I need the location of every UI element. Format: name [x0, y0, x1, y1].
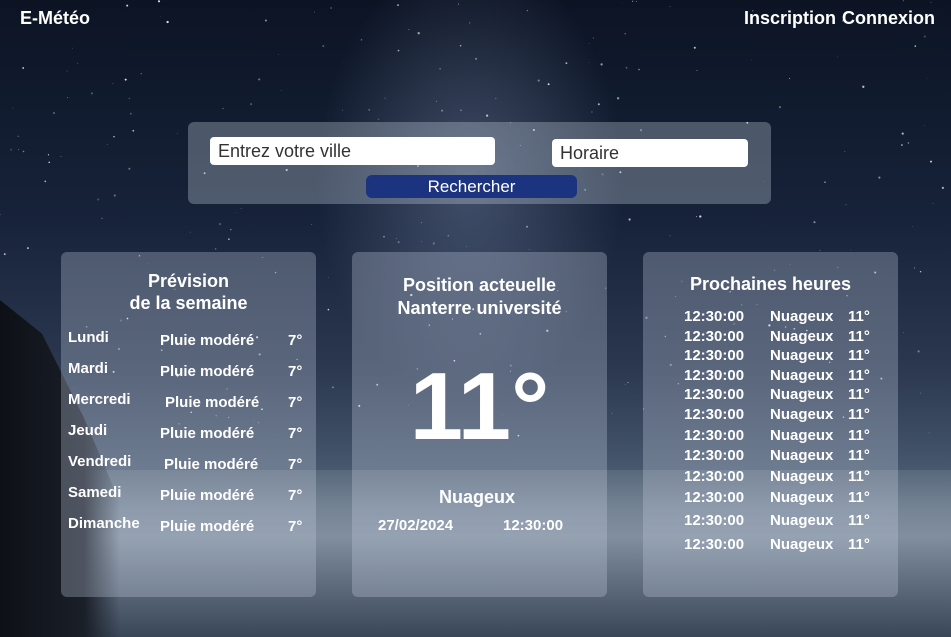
hour-time: 12:30:00: [684, 468, 745, 485]
weekly-title-line1: Prévision: [147, 271, 230, 291]
hour-condition: Nuageux: [770, 347, 834, 364]
hour-row: 12:30:00 Nuageux 11°: [684, 468, 884, 486]
day-condition: Pluie modéré: [160, 425, 255, 442]
hour-time: 12:30:00: [684, 427, 745, 444]
hour-temp: 11°: [848, 406, 870, 423]
day-name: Vendredi: [68, 453, 132, 470]
current-time: 12:30:00: [503, 517, 564, 534]
hour-condition: Nuageux: [770, 367, 834, 384]
hour-row: 12:30:00 Nuageux 11°: [684, 386, 884, 404]
day-condition: Pluie modéré: [164, 456, 259, 473]
hour-temp: 11°: [848, 386, 870, 403]
top-nav: Inscription Connexion: [744, 8, 935, 29]
day-row: Lundi Pluie modéré 7°: [68, 329, 308, 352]
hour-row: 12:30:00 Nuageux 11°: [684, 347, 884, 365]
hour-time: 12:30:00: [684, 367, 745, 384]
day-temp: 7°: [288, 332, 303, 349]
search-panel: Rechercher: [188, 122, 771, 204]
hour-condition: Nuageux: [770, 406, 834, 423]
login-link[interactable]: Connexion: [842, 8, 935, 29]
hour-temp: 11°: [848, 427, 870, 444]
hour-row: 12:30:00 Nuageux 11°: [684, 512, 884, 530]
hour-temp: 11°: [848, 367, 870, 384]
search-button[interactable]: Rechercher: [366, 175, 577, 198]
hourly-forecast-card: Prochaines heures 12:30:00 Nuageux 11° 1…: [643, 252, 898, 597]
day-name: Mercredi: [68, 391, 131, 408]
hour-temp: 11°: [848, 328, 870, 345]
hour-time: 12:30:00: [684, 447, 745, 464]
hour-time: 12:30:00: [684, 406, 745, 423]
hour-row: 12:30:00 Nuageux 11°: [684, 447, 884, 465]
hour-condition: Nuageux: [770, 308, 834, 325]
signup-link[interactable]: Inscription: [744, 8, 836, 29]
day-condition: Pluie modéré: [165, 394, 260, 411]
hour-row: 12:30:00 Nuageux 11°: [684, 406, 884, 424]
hour-temp: 11°: [848, 512, 870, 529]
hour-row: 12:30:00 Nuageux 11°: [684, 536, 884, 554]
day-name: Jeudi: [68, 422, 108, 439]
hour-row: 12:30:00 Nuageux 11°: [684, 308, 884, 326]
hour-temp: 11°: [848, 489, 870, 506]
weekly-title-line2: de la semaine: [129, 293, 248, 313]
day-name: Dimanche: [68, 515, 140, 532]
hourly-forecast-title: Prochaines heures: [689, 274, 852, 294]
hour-condition: Nuageux: [770, 489, 834, 506]
weekly-forecast-title: Prévision de la semaine: [61, 270, 316, 314]
current-title-line1: Position acteuelle: [402, 275, 557, 295]
hour-time: 12:30:00: [684, 536, 745, 553]
current-location-title: Position acteuelle Nanterre université: [352, 274, 607, 320]
day-condition: Pluie modéré: [160, 518, 255, 535]
hour-condition: Nuageux: [770, 386, 834, 403]
hour-temp: 11°: [848, 447, 870, 464]
day-condition: Pluie modéré: [160, 332, 255, 349]
day-name: Mardi: [68, 360, 109, 377]
hour-row: 12:30:00 Nuageux 11°: [684, 489, 884, 507]
day-name: Samedi: [68, 484, 122, 501]
hour-temp: 11°: [848, 536, 870, 553]
day-temp: 7°: [288, 518, 303, 535]
hour-time: 12:30:00: [684, 308, 745, 325]
hour-condition: Nuageux: [770, 328, 834, 345]
hour-temp: 11°: [848, 347, 870, 364]
day-condition: Pluie modéré: [160, 487, 255, 504]
current-location-name: Nanterre université: [397, 298, 562, 318]
hour-time: 12:30:00: [684, 386, 745, 403]
hour-temp: 11°: [848, 308, 870, 325]
hour-time: 12:30:00: [684, 328, 745, 345]
day-row: Dimanche Pluie modéré 7°: [68, 515, 308, 538]
day-row: Mercredi Pluie modéré 7°: [68, 391, 308, 414]
day-temp: 7°: [288, 394, 303, 411]
day-row: Samedi Pluie modéré 7°: [68, 484, 308, 507]
day-row: Jeudi Pluie modéré 7°: [68, 422, 308, 445]
hour-temp: 11°: [848, 468, 870, 485]
current-temperature: 11°: [409, 353, 550, 460]
day-condition: Pluie modéré: [160, 363, 255, 380]
hour-condition: Nuageux: [770, 468, 834, 485]
current-condition: Nuageux: [438, 487, 516, 507]
day-row: Vendredi Pluie modéré 7°: [68, 453, 308, 476]
hour-condition: Nuageux: [770, 447, 834, 464]
day-temp: 7°: [288, 456, 303, 473]
time-input[interactable]: [552, 139, 748, 167]
hour-row: 12:30:00 Nuageux 11°: [684, 427, 884, 445]
city-input[interactable]: [210, 137, 495, 165]
hour-condition: Nuageux: [770, 427, 834, 444]
current-weather-card: Position acteuelle Nanterre université 1…: [352, 252, 607, 597]
day-temp: 7°: [288, 363, 303, 380]
brand-logo[interactable]: E-Météo: [20, 8, 90, 29]
day-temp: 7°: [288, 425, 303, 442]
weekly-forecast-card: Prévision de la semaine Lundi Pluie modé…: [61, 252, 316, 597]
hour-time: 12:30:00: [684, 489, 745, 506]
hour-condition: Nuageux: [770, 512, 834, 529]
hour-condition: Nuageux: [770, 536, 834, 553]
day-name: Lundi: [68, 329, 109, 346]
current-date: 27/02/2024: [378, 517, 454, 534]
hour-time: 12:30:00: [684, 512, 745, 529]
hour-row: 12:30:00 Nuageux 11°: [684, 367, 884, 385]
hour-row: 12:30:00 Nuageux 11°: [684, 328, 884, 346]
hour-time: 12:30:00: [684, 347, 745, 364]
day-temp: 7°: [288, 487, 303, 504]
day-row: Mardi Pluie modéré 7°: [68, 360, 308, 383]
